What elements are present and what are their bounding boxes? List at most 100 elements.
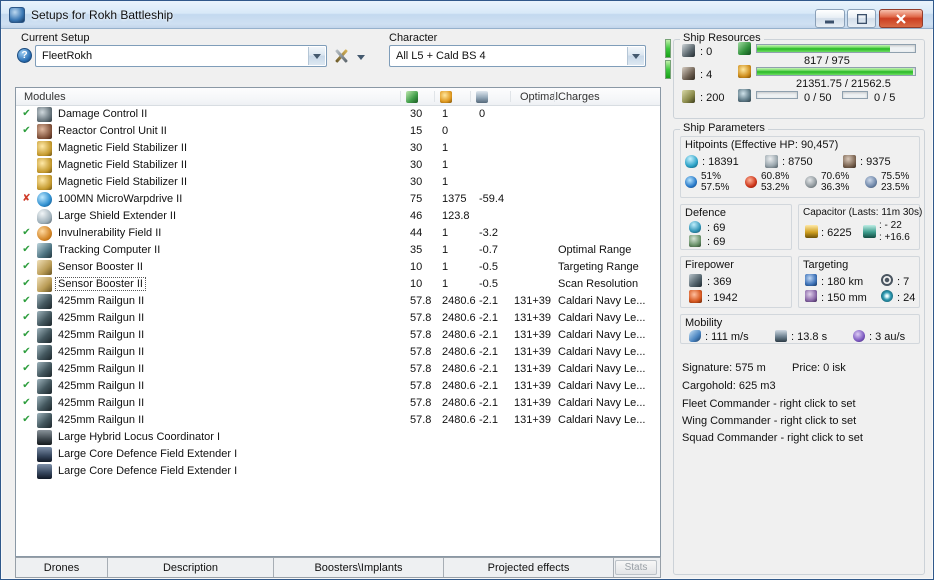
railgun-icon — [37, 379, 52, 394]
close-icon — [896, 13, 906, 24]
armor-resist-value: 36.3% — [821, 182, 850, 193]
resist-cell: 51% 57.5% — [685, 171, 745, 197]
tools-dropdown-arrow[interactable] — [354, 49, 368, 63]
module-row[interactable]: ✔ 425mm Railgun II 57.8 2480.6 -2.1 131+39 Cal… — [16, 361, 660, 378]
module-name: Sensor Booster II — [58, 261, 143, 273]
module-cap-value: -2.1 — [479, 346, 498, 358]
module-row[interactable]: Magnetic Field Stabilizer II 30 1 — [16, 174, 660, 191]
column-separator — [554, 91, 555, 102]
module-row[interactable]: Large Core Defence Field Extender I — [16, 463, 660, 480]
powergrid-column-icon[interactable] — [440, 91, 452, 103]
module-cpu-value: 46 — [410, 210, 423, 222]
setup-combobox[interactable]: FleetRokh — [35, 45, 327, 67]
titlebar[interactable]: Setups for Rokh Battleship — [1, 1, 933, 29]
armor-resist-value: 23.5% — [881, 182, 910, 193]
window-title: Setups for Rokh Battleship — [31, 8, 174, 22]
character-combobox-dropdown-button[interactable] — [627, 47, 644, 65]
defence-label: Defence — [685, 207, 726, 219]
stats-button[interactable]: Stats — [615, 560, 657, 575]
module-row[interactable]: ✔ 425mm Railgun II 57.8 2480.6 -2.1 131+39 Cal… — [16, 412, 660, 429]
fleet-commander-text[interactable]: Fleet Commander - right click to set — [682, 398, 856, 410]
module-cpu-value: 57.8 — [410, 380, 432, 392]
resist-cell: 75.5% 23.5% — [865, 171, 925, 197]
minimize-button[interactable] — [815, 9, 845, 28]
module-optimal-value: 131+39 — [514, 312, 552, 324]
close-button[interactable] — [879, 9, 923, 28]
tab-drones[interactable]: Drones — [16, 558, 108, 577]
module-name: Large Core Defence Field Extender I — [58, 448, 238, 460]
optimal-column-header[interactable]: Optimal — [520, 91, 558, 103]
module-charge-value: Caldari Navy Le... — [558, 414, 646, 426]
help-icon[interactable]: ? — [17, 48, 32, 63]
module-charge-value: Targeting Range — [558, 261, 639, 273]
module-cpu-value: 57.8 — [410, 363, 432, 375]
launcher-hardpoints-icon — [682, 67, 695, 80]
mwd-icon — [37, 192, 52, 207]
rig-hybrid-icon — [37, 430, 52, 445]
maximize-button[interactable] — [847, 9, 876, 28]
charges-column-header[interactable]: Charges — [558, 91, 600, 103]
armor-resist-value: 53.2% — [761, 182, 790, 193]
modules-table-header[interactable]: Modules Optimal Charges — [16, 88, 660, 106]
module-name: Magnetic Field Stabilizer II — [58, 176, 187, 188]
module-active-check-icon: ✔ — [22, 125, 31, 136]
tools-icon-button[interactable] — [332, 47, 350, 65]
module-powergrid-value: 1 — [442, 244, 449, 256]
module-row[interactable]: ✔ 425mm Railgun II 57.8 2480.6 -2.1 131+39 Cal… — [16, 395, 660, 412]
module-charge-value: Caldari Navy Le... — [558, 397, 646, 409]
module-row[interactable]: ✔ 425mm Railgun II 57.8 2480.6 -2.1 131+39 Cal… — [16, 310, 660, 327]
calibration-value: : 200 — [700, 92, 725, 104]
module-row[interactable]: ✔ 425mm Railgun II 57.8 2480.6 -2.1 131+39 Cal… — [16, 344, 660, 361]
tab-boosters-implants[interactable]: Boosters\Implants — [274, 558, 444, 577]
module-row[interactable]: ✔ 425mm Railgun II 57.8 2480.6 -2.1 131+39 Cal… — [16, 293, 660, 310]
module-row[interactable]: Large Core Defence Field Extender I — [16, 446, 660, 463]
module-active-check-icon: ✔ — [22, 295, 31, 306]
modules-column-header[interactable]: Modules — [24, 91, 66, 103]
module-active-check-icon: ✔ — [22, 397, 31, 408]
invuln-icon — [37, 226, 52, 241]
cpu-column-icon[interactable] — [406, 91, 418, 103]
module-row[interactable]: Large Shield Extender II 46 123.8 — [16, 208, 660, 225]
module-cpu-value: 10 — [410, 278, 423, 290]
module-row[interactable]: Magnetic Field Stabilizer II 30 1 — [16, 157, 660, 174]
capacitor-column-icon[interactable] — [476, 91, 488, 103]
turrets-free-value: : 0 — [700, 46, 713, 58]
chevron-down-icon — [357, 55, 365, 60]
module-cap-value: -2.1 — [479, 397, 498, 409]
damage-control-icon — [37, 107, 52, 122]
module-row[interactable]: ✘ 100MN MicroWarpdrive II 75 1375 -59.4 — [16, 191, 660, 208]
tab-projected-effects[interactable]: Projected effects — [444, 558, 614, 577]
price-text: Price: 0 isk — [792, 362, 846, 374]
module-active-check-icon: ✔ — [22, 261, 31, 272]
module-row[interactable]: Magnetic Field Stabilizer II 30 1 — [16, 140, 660, 157]
volley-value: : 369 — [707, 276, 732, 288]
module-row[interactable]: ✔ 425mm Railgun II 57.8 2480.6 -2.1 131+39 Cal… — [16, 327, 660, 344]
character-combobox[interactable]: All L5 + Cald BS 4 — [389, 45, 646, 67]
module-row[interactable]: ✔ Reactor Control Unit II 15 0 — [16, 123, 660, 140]
module-row[interactable]: ✔ Invulnerability Field II 44 1 -3.2 — [16, 225, 660, 242]
module-row[interactable]: ✔ Sensor Booster II 10 1 -0.5 Targeting Range — [16, 259, 660, 276]
module-charge-value: Caldari Navy Le... — [558, 295, 646, 307]
setup-combobox-dropdown-button[interactable] — [308, 47, 325, 65]
module-cpu-value: 75 — [410, 193, 423, 205]
hitpoints-label: Hitpoints (Effective HP: 90,457) — [685, 139, 839, 151]
shield-resist-value: 70.6% — [821, 171, 850, 182]
drone-bay-value: 0 / 50 — [804, 92, 832, 104]
module-name: Magnetic Field Stabilizer II — [58, 159, 187, 171]
module-row[interactable]: ✔ Sensor Booster II 10 1 -0.5 Scan Resolution — [16, 276, 660, 293]
module-cpu-value: 35 — [410, 244, 423, 256]
module-row[interactable]: ✔ Damage Control II 30 1 0 — [16, 106, 660, 123]
module-cap-value: -2.1 — [479, 363, 498, 375]
module-row[interactable]: Large Hybrid Locus Coordinator I — [16, 429, 660, 446]
railgun-icon — [37, 413, 52, 428]
tab-description[interactable]: Description — [108, 558, 274, 577]
module-optimal-value: 131+39 — [514, 363, 552, 375]
module-powergrid-value: 2480.6 — [442, 363, 476, 375]
exp-resist-icon — [865, 176, 877, 188]
module-name: Magnetic Field Stabilizer II — [58, 142, 187, 154]
capacitor-recharge-icon — [863, 225, 876, 238]
wing-commander-text[interactable]: Wing Commander - right click to set — [682, 415, 856, 427]
squad-commander-text[interactable]: Squad Commander - right click to set — [682, 432, 863, 444]
module-row[interactable]: ✔ Tracking Computer II 35 1 -0.7 Optimal Rang… — [16, 242, 660, 259]
module-row[interactable]: ✔ 425mm Railgun II 57.8 2480.6 -2.1 131+39 Cal… — [16, 378, 660, 395]
